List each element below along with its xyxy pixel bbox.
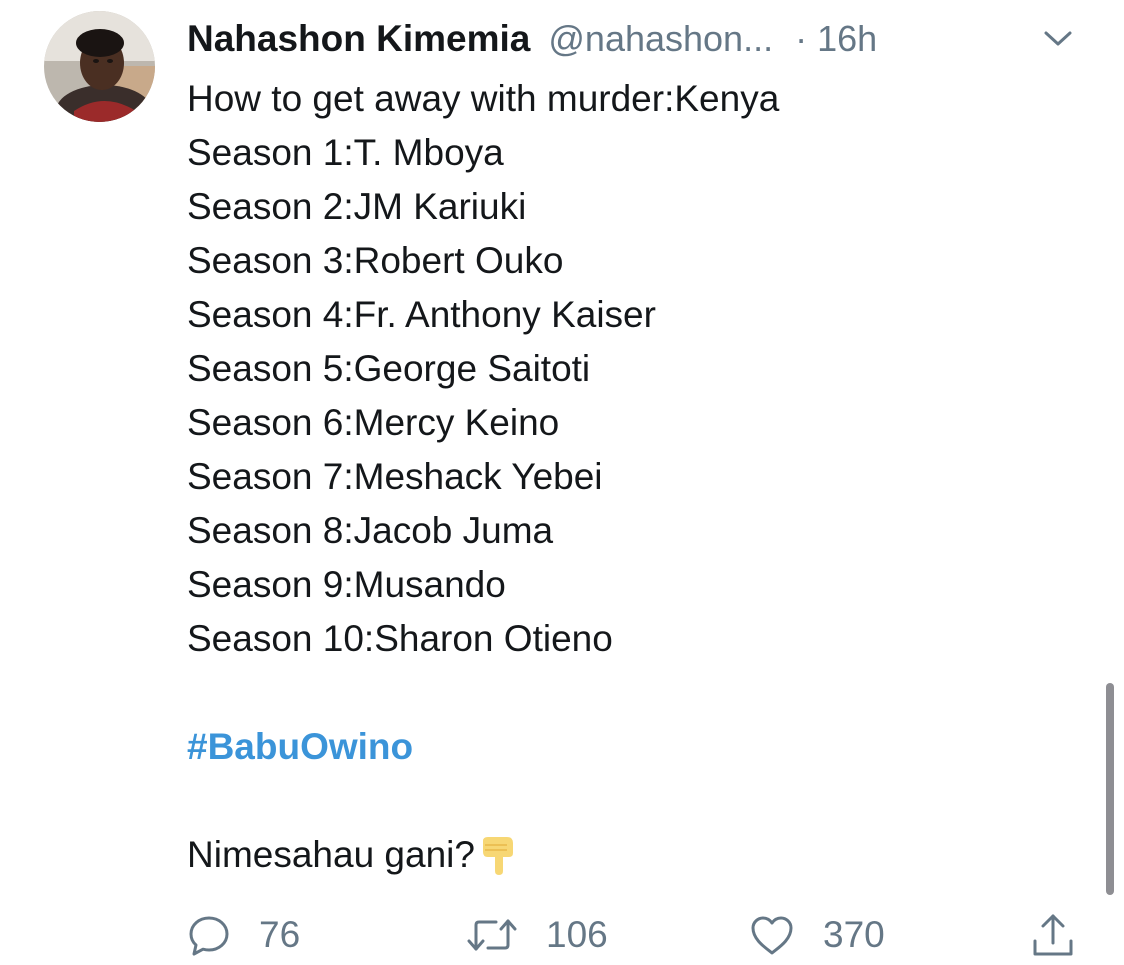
chevron-down-icon[interactable] (1040, 24, 1076, 52)
tweet-line: Season 8:Jacob Juma (187, 510, 554, 551)
tweet-header: Nahashon Kimemia @nahashon... · 16h (187, 14, 877, 64)
tweet-line: Season 5:George Saitoti (187, 348, 591, 389)
hashtag-line: #BabuOwino (187, 720, 1067, 774)
tweet-actions: 76 106 370 (0, 905, 1124, 965)
reply-button[interactable]: 76 (187, 905, 300, 965)
retweet-button[interactable]: 106 (466, 905, 608, 965)
heart-icon (749, 913, 795, 957)
scrollbar[interactable] (1106, 683, 1114, 895)
tweet-line: Season 6:Mercy Keino (187, 402, 560, 443)
author-name[interactable]: Nahashon Kimemia (187, 18, 530, 60)
avatar[interactable] (44, 11, 155, 122)
author-handle[interactable]: @nahashon... (548, 18, 773, 60)
tweet-line: Season 7:Meshack Yebei (187, 456, 603, 497)
closing-text: Nimesahau gani? (187, 834, 475, 875)
tweet-line: How to get away with murder:Kenya (187, 78, 780, 119)
tweet-line: Season 9:Musando (187, 564, 506, 605)
tweet-line: Season 10:Sharon Otieno (187, 618, 613, 659)
retweet-icon (466, 913, 518, 957)
reply-count: 76 (259, 914, 301, 955)
tweet-text: How to get away with murder:Kenya Season… (187, 72, 1067, 882)
tweet-line: Season 3:Robert Ouko (187, 240, 564, 281)
hashtag-link[interactable]: #BabuOwino (187, 726, 413, 767)
reply-icon (187, 913, 231, 957)
tweet-line: Season 4:Fr. Anthony Kaiser (187, 294, 656, 335)
tweet-timestamp[interactable]: · 16h (795, 18, 877, 60)
pointing-down-emoji-icon (477, 833, 521, 877)
like-count: 370 (823, 914, 885, 955)
share-icon (1030, 911, 1076, 959)
like-button[interactable]: 370 (749, 905, 885, 965)
share-button[interactable] (1030, 905, 1076, 965)
line-spacer (187, 666, 1067, 720)
line-spacer (187, 774, 1067, 828)
closing-line: Nimesahau gani? (187, 828, 1067, 882)
tweet-line: Season 1:T. Mboya (187, 132, 504, 173)
tweet-line: Season 2:JM Kariuki (187, 186, 527, 227)
retweet-count: 106 (546, 914, 608, 955)
